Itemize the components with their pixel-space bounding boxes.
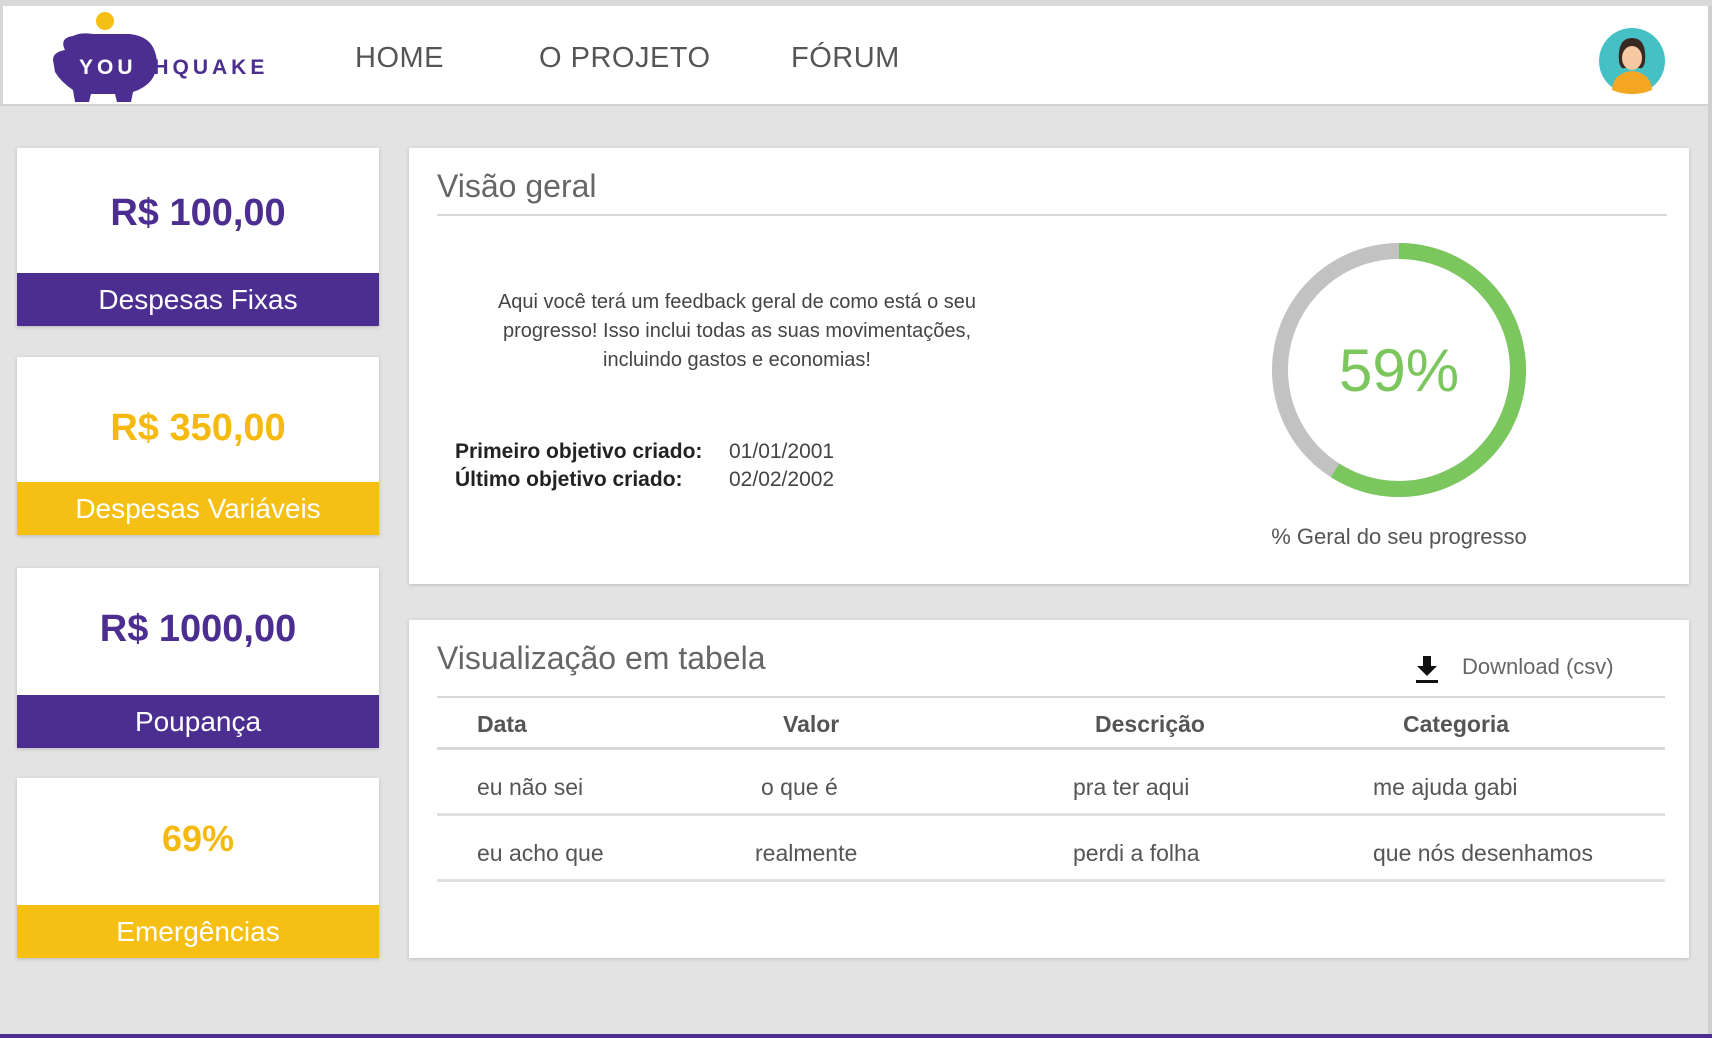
stat-value: R$ 350,00	[110, 407, 286, 449]
panel-title: Visão geral	[437, 168, 597, 204]
data-table: Data Valor Descrição Categoria eu não se…	[437, 696, 1665, 882]
stat-label: Poupança	[17, 695, 379, 748]
stat-card-despesas-fixas[interactable]: R$ 100,00 Despesas Fixas	[17, 148, 379, 326]
column-header-data[interactable]: Data	[477, 711, 527, 738]
overview-panel: Visão geral Aqui você terá um feedback g…	[409, 148, 1689, 584]
table-cell: realmente	[755, 840, 858, 866]
table-cell: perdi a folha	[1073, 840, 1200, 866]
table-cell: que nós desenhamos	[1373, 840, 1593, 866]
download-icon	[1416, 656, 1438, 683]
progress-donut: 59%	[1269, 240, 1529, 500]
table-panel: Visualização em tabela Download (csv) Da…	[409, 620, 1689, 958]
user-avatar-icon[interactable]	[1599, 28, 1665, 94]
nav-home[interactable]: HOME	[355, 42, 444, 75]
stat-card-poupanca[interactable]: R$ 1000,00 Poupança	[17, 568, 379, 748]
stat-value: 69%	[161, 818, 235, 859]
column-header-descricao[interactable]: Descrição	[1095, 711, 1205, 738]
divider	[437, 214, 1667, 216]
stat-label: Emergências	[17, 905, 379, 958]
overview-description: Aqui você terá um feedback geral de como…	[497, 291, 977, 371]
last-goal-value: 02/02/2002	[729, 468, 835, 491]
table-cell: eu acho que	[477, 840, 604, 866]
table-row[interactable]: eu acho que realmente perdi a folha que …	[437, 816, 1665, 882]
logo-text-purple: THQUAKE	[136, 56, 269, 79]
stat-label: Despesas Variáveis	[17, 482, 379, 535]
stat-card-emergencias[interactable]: 69% Emergências	[17, 778, 379, 958]
logo-text: YOUTHQUAKE	[79, 56, 268, 80]
panel-title: Visualização em tabela	[437, 640, 766, 676]
right-border	[1708, 6, 1712, 1034]
table-row[interactable]: eu não sei o que é pra ter aqui me ajuda…	[437, 750, 1665, 816]
stat-value: R$ 100,00	[110, 192, 286, 234]
nav-forum[interactable]: FÓRUM	[791, 42, 900, 75]
progress-percent: 59%	[1338, 336, 1460, 404]
table-cell: eu não sei	[477, 774, 584, 800]
youthquake-logo[interactable]: YOUTHQUAKE	[51, 10, 291, 106]
column-header-valor[interactable]: Valor	[783, 711, 839, 738]
nav-o-projeto[interactable]: O PROJETO	[539, 42, 711, 75]
first-goal-value: 01/01/2001	[729, 440, 835, 463]
table-header: Data Valor Descrição Categoria	[437, 696, 1665, 750]
navbar: YOUTHQUAKE HOME O PROJETO FÓRUM	[0, 6, 1712, 106]
footer-line	[0, 1034, 1712, 1038]
last-goal-label: Último objetivo criado:	[455, 468, 683, 491]
download-label: Download (csv)	[1462, 654, 1614, 679]
table-cell: o que é	[761, 774, 838, 800]
stat-card-despesas-variaveis[interactable]: R$ 350,00 Despesas Variáveis	[17, 357, 379, 535]
first-goal-label: Primeiro objetivo criado:	[455, 440, 703, 463]
table-cell: pra ter aqui	[1073, 774, 1190, 800]
progress-caption: % Geral do seu progresso	[1271, 524, 1527, 549]
logo-text-white: YOU	[79, 56, 137, 79]
stat-value: R$ 1000,00	[99, 608, 297, 650]
table-cell: me ajuda gabi	[1373, 774, 1518, 800]
stat-label: Despesas Fixas	[17, 273, 379, 326]
column-header-categoria[interactable]: Categoria	[1403, 711, 1509, 738]
